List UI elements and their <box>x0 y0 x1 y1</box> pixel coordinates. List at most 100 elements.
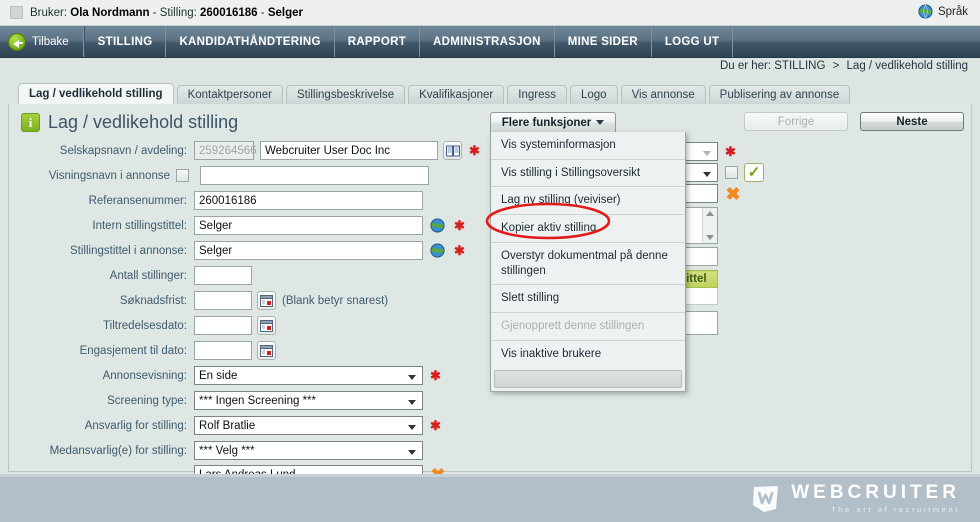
language-selector[interactable]: Språk <box>918 4 968 19</box>
menu-item-label: Slett stilling <box>501 292 560 305</box>
form-row-deadline: Søknadsfrist: (Blank betyr snarest) <box>9 290 489 311</box>
internal-title-field[interactable]: Selger <box>194 216 423 235</box>
responsible-select[interactable]: Rolf Bratlie <box>194 416 423 435</box>
screening-select[interactable]: *** Ingen Screening *** <box>194 391 423 410</box>
tab-publisering-av-annonse[interactable]: Publisering av annonse <box>708 85 851 104</box>
nav-item-kandidathandtering[interactable]: KANDIDATHÅNDTERING <box>166 26 335 57</box>
company-lookup-button[interactable] <box>443 141 462 160</box>
nav-item-administrasjon[interactable]: ADMINISTRASJON <box>420 26 555 57</box>
menu-item-lag-ny-stilling[interactable]: Lag ny stilling (veiviser) <box>491 187 685 216</box>
end-date-field[interactable] <box>194 341 252 360</box>
form-row-start-date: Tiltredelsesdato: <box>9 315 489 336</box>
book-icon <box>445 145 460 156</box>
nav-item-mine-sider[interactable]: MINE SIDER <box>555 26 652 57</box>
breadcrumb-prefix: Du er her: STILLING <box>719 60 826 72</box>
form-row-ad-title: Stillingstittel i annonse: Selger ✱ <box>9 240 489 261</box>
globe-icon <box>430 218 445 233</box>
company-required-marker: ✱ <box>469 142 480 158</box>
tab-strip: Lag / vedlikehold stilling Kontaktperson… <box>0 83 980 104</box>
previous-button-label: Forrige <box>777 115 815 128</box>
footer-divider <box>0 474 980 477</box>
tab-ingress[interactable]: Ingress <box>507 85 567 104</box>
menu-item-vis-inaktive-brukere[interactable]: Vis inaktive brukere <box>491 340 685 368</box>
menu-item-vis-systeminformasjon[interactable]: Vis systeminformasjon <box>491 132 685 160</box>
brand-text: WEBCRUITER The art of recruitment <box>791 483 960 514</box>
tab-label: Kvalifikasjoner <box>419 89 494 101</box>
co-responsible-select[interactable]: *** Velg *** <box>194 441 423 460</box>
more-functions-button-label: Flere funksjoner <box>501 116 592 129</box>
display-name-field[interactable] <box>200 166 429 185</box>
breadcrumb-current: Lag / vedlikehold stilling <box>846 60 968 72</box>
menu-item-label: Lag ny stilling (veiviser) <box>501 194 621 207</box>
start-date-calendar-button[interactable] <box>257 316 276 335</box>
internal-title-required-marker: ✱ <box>454 217 465 233</box>
tab-label: Kontaktpersoner <box>187 89 272 101</box>
tab-logo[interactable]: Logo <box>569 85 618 104</box>
positions-field[interactable] <box>194 266 252 285</box>
menu-item-kopier-aktiv-stilling[interactable]: Kopier aktiv stilling <box>491 215 685 243</box>
deadline-hint: (Blank betyr snarest) <box>282 294 389 307</box>
tab-label: Vis annonse <box>631 89 695 101</box>
tab-stillingsbeskrivelse[interactable]: Stillingsbeskrivelse <box>285 85 406 104</box>
more-functions-button[interactable]: Flere funksjoner <box>490 112 616 133</box>
next-button-label: Neste <box>896 115 928 128</box>
tab-label: Publisering av annonse <box>719 89 840 101</box>
form-row-screening: Screening type: *** Ingen Screening *** <box>9 390 489 411</box>
language-label: Språk <box>937 5 968 18</box>
back-button[interactable]: Tilbake <box>0 26 84 57</box>
co-responsible-label: Medansvarlig(e) for stilling: <box>49 444 187 457</box>
deadline-field[interactable] <box>194 291 252 310</box>
end-date-label: Engasjement til dato: <box>79 344 187 357</box>
co-responsible-value: *** Velg *** <box>199 444 255 457</box>
end-date-calendar-button[interactable] <box>257 341 276 360</box>
responsible-required-marker: ✱ <box>430 417 441 433</box>
internal-title-translate-button[interactable] <box>428 216 447 235</box>
info-icon-glyph: i <box>28 114 33 130</box>
reference-field[interactable]: 260016186 <box>194 191 423 210</box>
scroll-up-icon[interactable] <box>706 211 714 216</box>
menu-item-label: Kopier aktiv stilling <box>501 222 597 235</box>
menu-item-overstyr-dokumentmal[interactable]: Overstyr dokumentmal på denne stillingen <box>491 242 685 286</box>
ad-title-label: Stillingstittel i annonse: <box>70 244 187 257</box>
user-bar: Bruker: Ola Nordmann - Stilling: 2600161… <box>0 0 980 26</box>
deadline-label: Søknadsfrist: <box>119 294 187 307</box>
user-name: Ola Nordmann <box>70 6 150 19</box>
screening-value: *** Ingen Screening *** <box>199 394 316 407</box>
nav-item-logg-ut[interactable]: LOGG UT <box>652 26 734 57</box>
form-row-co-responsible: Medansvarlig(e) for stilling: *** Velg *… <box>9 440 489 461</box>
wizard-navigation: Forrige Neste <box>744 112 964 131</box>
nav-item-stilling[interactable]: STILLING <box>83 26 167 57</box>
nav-label: MINE SIDER <box>567 35 638 48</box>
menu-item-vis-stilling-i-stillingsoversikt[interactable]: Vis stilling i Stillingsoversikt <box>491 159 685 188</box>
form-row-display-name: Visningsnavn i annonse <box>9 165 489 186</box>
tab-kontaktpersoner[interactable]: Kontaktpersoner <box>176 85 283 104</box>
menu-item-slett-stilling[interactable]: Slett stilling <box>491 285 685 314</box>
deadline-calendar-button[interactable] <box>257 291 276 310</box>
page-title-text: Lag / vedlikehold stilling <box>48 112 239 132</box>
user-suffix-separator: - <box>257 6 268 19</box>
webcruiter-mark-icon <box>752 485 782 513</box>
menu-item-label: Gjenopprett denne stillingen <box>501 320 645 333</box>
company-name-field[interactable]: Webcruiter User Doc Inc <box>260 141 438 160</box>
secondary-checkbox[interactable] <box>725 166 738 179</box>
start-date-field[interactable] <box>194 316 252 335</box>
confirm-check-button[interactable]: ✓ <box>744 163 764 182</box>
more-functions-dropdown: Flere funksjoner Vis systeminformasjon V… <box>490 112 686 393</box>
scroll-down-icon[interactable] <box>706 235 714 240</box>
nav-item-rapport[interactable]: RAPPORT <box>335 26 421 57</box>
tab-lag-vedlikehold-stilling[interactable]: Lag / vedlikehold stilling <box>18 83 174 104</box>
company-id-field: 259264566 <box>194 141 257 160</box>
tab-kvalifikasjoner[interactable]: Kvalifikasjoner <box>408 85 505 104</box>
tab-label: Lag / vedlikehold stilling <box>29 88 163 100</box>
ad-title-field[interactable]: Selger <box>194 241 423 260</box>
ad-display-select[interactable]: En side <box>194 366 423 385</box>
menu-item-label: Vis stilling i Stillingsoversikt <box>501 166 641 179</box>
ad-title-translate-button[interactable] <box>428 241 447 260</box>
tab-vis-annonse[interactable]: Vis annonse <box>620 85 706 104</box>
language-remove-button[interactable]: ✖ <box>724 185 742 203</box>
scrollbar[interactable] <box>702 208 717 243</box>
next-button[interactable]: Neste <box>860 112 964 131</box>
menu-item-label: Vis systeminformasjon <box>501 139 616 151</box>
display-name-checkbox[interactable] <box>176 169 189 182</box>
more-functions-menu: Vis systeminformasjon Vis stilling i Sti… <box>490 132 686 393</box>
